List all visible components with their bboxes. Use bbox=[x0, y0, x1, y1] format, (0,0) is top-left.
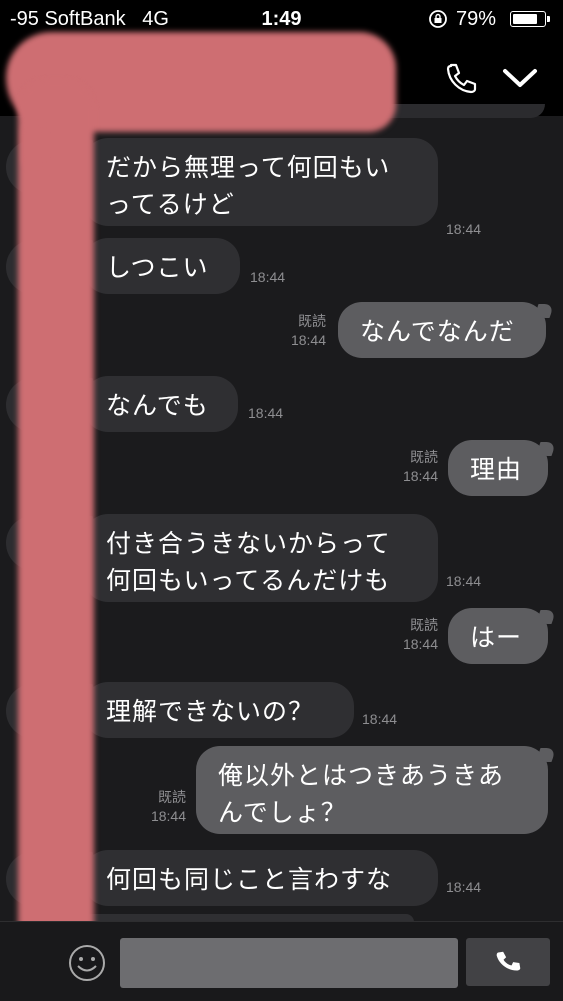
message-input[interactable] bbox=[120, 938, 458, 988]
message-meta: 18:44 bbox=[446, 221, 482, 237]
message-meta: 18:44 bbox=[446, 573, 482, 589]
message-meta: 18:44 bbox=[446, 879, 482, 895]
message-bubble[interactable]: なんでも bbox=[84, 376, 238, 432]
call-button[interactable] bbox=[466, 938, 550, 986]
message-meta: 既読 18:44 bbox=[402, 449, 438, 484]
battery-percent: 79% bbox=[456, 8, 497, 30]
phone-icon bbox=[496, 951, 521, 971]
message-bubble[interactable]: 理解できないの？ bbox=[84, 682, 354, 738]
message-meta: 18:44 bbox=[362, 711, 398, 727]
message-meta: 18:44 bbox=[248, 405, 284, 421]
smiley-icon[interactable] bbox=[66, 942, 108, 984]
message-bubble[interactable]: 何回も同じこと言わすな bbox=[84, 850, 438, 906]
message-bubble[interactable]: なんでなんだ bbox=[338, 302, 546, 358]
message-bubble[interactable]: 俺以外とはつきあうきあ んでしょ？ bbox=[196, 746, 548, 834]
message-meta: 既読 18:44 bbox=[150, 789, 186, 824]
phone-icon[interactable] bbox=[440, 58, 480, 98]
message-bubble[interactable]: はー bbox=[448, 608, 548, 664]
message-bubble[interactable]: だから無理って何回もい ってるけど bbox=[84, 138, 438, 226]
message-meta: 18:44 bbox=[250, 269, 286, 285]
message-input-bar bbox=[0, 921, 563, 1001]
chevron-down-icon[interactable] bbox=[500, 58, 540, 98]
battery-icon bbox=[510, 11, 550, 27]
message-bubble[interactable]: 理由 bbox=[448, 440, 548, 496]
message-bubble[interactable]: しつこい bbox=[84, 238, 240, 294]
message-meta: 既読 18:44 bbox=[290, 313, 326, 348]
message-bubble[interactable]: 付き合うきないからって 何回もいってるんだけも bbox=[84, 514, 438, 602]
message-meta: 既読 18:44 bbox=[402, 617, 438, 652]
rotation-lock-icon bbox=[429, 10, 447, 28]
